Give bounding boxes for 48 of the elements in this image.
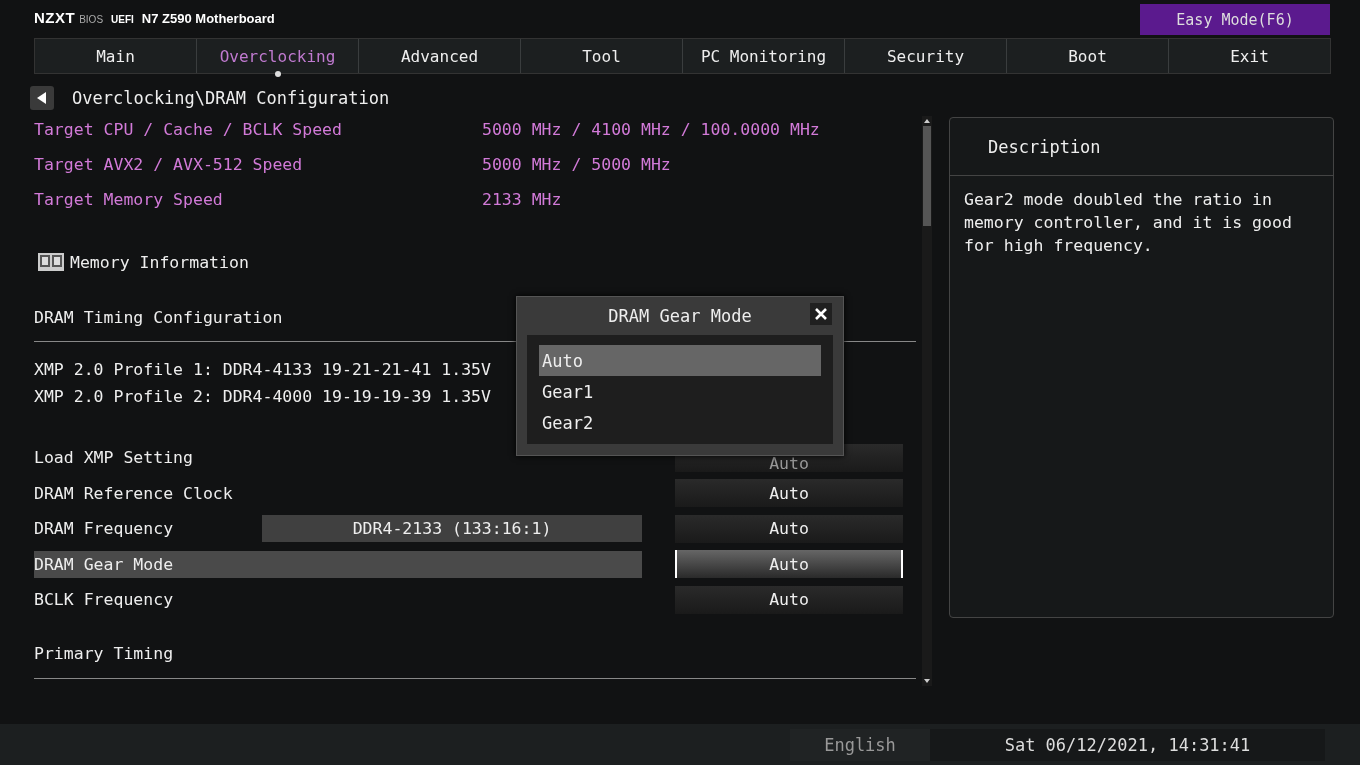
menu-tab[interactable]: Tool — [521, 39, 683, 73]
breadcrumb: Overclocking\DRAM Configuration — [72, 87, 390, 108]
option-button[interactable]: Auto — [675, 479, 903, 508]
close-button[interactable] — [810, 303, 832, 325]
brand-logo: NZXT — [34, 9, 76, 26]
menu-tab[interactable]: Exit — [1169, 39, 1330, 73]
option-button[interactable]: Auto — [675, 585, 903, 614]
menu-tab[interactable]: Boot — [1007, 39, 1169, 73]
submenu-link[interactable]: Memory Information — [70, 252, 249, 272]
profile-text: XMP 2.0 Profile 2: DDR4-4000 19-19-19-39 1.35V — [34, 387, 491, 406]
back-arrow-icon — [37, 91, 47, 104]
popup-option[interactable]: Gear2 — [539, 407, 821, 438]
info-label: Target CPU / Cache / BCLK Speed — [34, 120, 343, 139]
back-button[interactable] — [30, 85, 54, 110]
info-label: Target AVX2 / AVX-512 Speed — [34, 155, 304, 174]
date-time: Sat 06/12/2021, 14:31:41 — [930, 728, 1325, 761]
info-value: 5000 MHz / 4100 MHz / 100.0000 MHz — [482, 120, 820, 139]
popup-option[interactable]: Auto — [539, 345, 821, 376]
bios-label: BIOS — [79, 14, 104, 25]
option-button[interactable]: Auto — [675, 550, 903, 579]
option-button[interactable]: Auto — [675, 514, 903, 543]
setting-label[interactable]: DRAM Reference Clock — [34, 479, 642, 507]
popup-option[interactable]: Gear1 — [539, 376, 821, 407]
profile-text: XMP 2.0 Profile 1: DDR4-4133 19-21-21-41 1.35V — [34, 360, 491, 379]
menu-tab[interactable]: Main — [35, 39, 197, 73]
description-text: Gear2 mode doubled the ratio in memory controller, and it is good for high frequency. — [964, 189, 1293, 257]
menu-tab[interactable]: Advanced — [359, 39, 521, 73]
info-label: Target Memory Speed — [34, 190, 224, 209]
language-selector[interactable]: English — [790, 728, 930, 761]
setting-label[interactable]: DRAM Gear Mode — [34, 550, 642, 578]
setting-label[interactable]: Load XMP Setting — [34, 444, 642, 472]
info-value: 2133 MHz — [482, 190, 562, 209]
popup-title: DRAM Gear Mode — [608, 306, 752, 326]
setting-label[interactable]: DRAM Frequency — [34, 515, 262, 543]
uefi-label: UEFI — [111, 14, 134, 25]
setting-detail: DDR4-2133 (133:16:1) — [262, 515, 642, 543]
menu-tab[interactable]: PC Monitoring — [683, 39, 845, 73]
section-heading: Primary Timing — [34, 644, 174, 663]
board-name: N7 Z590 Motherboard — [141, 11, 275, 26]
section-heading: DRAM Timing Configuration — [34, 307, 283, 327]
info-value: 5000 MHz / 5000 MHz — [482, 155, 671, 174]
menu-tab[interactable]: Security — [845, 39, 1007, 73]
scrollbar[interactable] — [922, 116, 932, 686]
book-icon — [38, 253, 64, 271]
close-icon — [815, 308, 827, 320]
setting-label[interactable]: BCLK Frequency — [34, 586, 642, 614]
easy-mode-button[interactable]: Easy Mode(F6) — [1140, 4, 1330, 35]
description-title: Description — [988, 136, 1101, 157]
